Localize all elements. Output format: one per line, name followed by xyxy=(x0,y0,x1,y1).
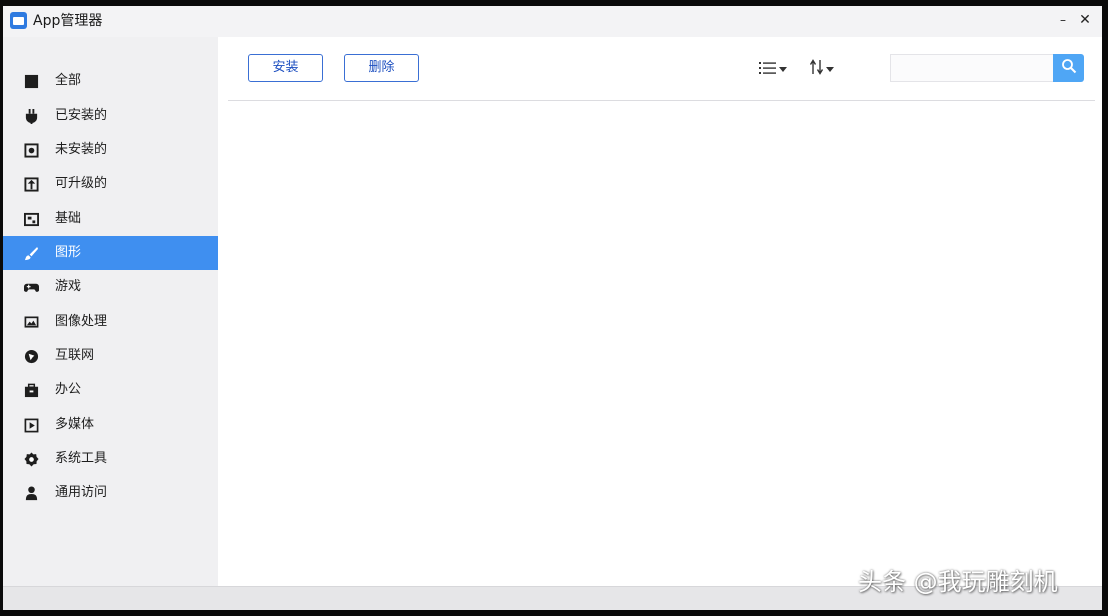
search-input[interactable] xyxy=(890,54,1053,82)
sidebar-item-image-processing[interactable]: 图像处理 xyxy=(3,305,218,339)
briefcase-icon xyxy=(23,382,39,398)
view-mode-dropdown[interactable] xyxy=(759,59,787,79)
sidebar-item-installed[interactable]: 已安装的 xyxy=(3,99,218,133)
upgrade-icon xyxy=(23,176,39,192)
search-button[interactable] xyxy=(1053,54,1084,82)
sidebar-item-label: 办公 xyxy=(55,382,82,397)
sidebar-item-basic[interactable]: 基础 xyxy=(3,202,218,236)
sidebar-item-label: 已安装的 xyxy=(55,108,108,123)
sidebar-item-label: 未安装的 xyxy=(55,142,108,157)
watermark-text: 头条 @我玩雕刻机 xyxy=(858,568,1058,596)
person-icon xyxy=(23,485,39,501)
sidebar-item-label: 系统工具 xyxy=(55,451,108,466)
close-button[interactable]: ✕ xyxy=(1076,11,1094,29)
app-list-area xyxy=(228,101,1095,586)
chevron-down-icon xyxy=(779,66,787,72)
sidebar-item-not-installed[interactable]: 未安装的 xyxy=(3,133,218,167)
sort-icon xyxy=(809,59,824,79)
sidebar-item-label: 可升级的 xyxy=(55,176,108,191)
sidebar-item-label: 全部 xyxy=(55,73,82,88)
app-logo-icon xyxy=(10,12,27,29)
sidebar-item-label: 基础 xyxy=(55,211,82,226)
sidebar-item-label: 通用访问 xyxy=(55,485,108,500)
install-button[interactable]: 安装 xyxy=(248,54,323,82)
image-icon xyxy=(23,314,39,330)
search-icon xyxy=(1061,58,1077,78)
plug-icon xyxy=(23,108,39,124)
sidebar-item-games[interactable]: 游戏 xyxy=(3,270,218,304)
delete-button[interactable]: 删除 xyxy=(344,54,419,82)
sidebar-item-label: 图形 xyxy=(55,245,82,260)
app-window: App管理器 – ✕ 全部 已安装的 未安装的 可升级的 基础 图形 游戏 图像… xyxy=(3,6,1102,610)
play-icon xyxy=(23,417,39,433)
sidebar-item-upgradable[interactable]: 可升级的 xyxy=(3,167,218,201)
gamepad-icon xyxy=(23,279,39,295)
sidebar-item-label: 多媒体 xyxy=(55,417,95,432)
sidebar-item-graphics[interactable]: 图形 xyxy=(3,236,218,270)
sidebar-item-all[interactable]: 全部 xyxy=(3,64,218,98)
sidebar-item-office[interactable]: 办公 xyxy=(3,373,218,407)
window-title: App管理器 xyxy=(33,13,103,29)
chevron-down-icon xyxy=(826,66,834,72)
brush-icon xyxy=(23,245,39,261)
main-panel: 安装 删除 xyxy=(218,37,1102,586)
sidebar-item-accessibility[interactable]: 通用访问 xyxy=(3,476,218,510)
sidebar-item-label: 互联网 xyxy=(55,348,95,363)
list-view-icon xyxy=(759,60,777,79)
sidebar-item-internet[interactable]: 互联网 xyxy=(3,339,218,373)
cube-icon xyxy=(23,211,39,227)
gear-icon xyxy=(23,451,39,467)
sort-dropdown[interactable] xyxy=(809,59,834,79)
sidebar: 全部 已安装的 未安装的 可升级的 基础 图形 游戏 图像处理 互联网 办公 多… xyxy=(3,37,218,586)
minimize-button[interactable]: – xyxy=(1054,11,1072,29)
grid-icon xyxy=(23,73,39,89)
globe-icon xyxy=(23,348,39,364)
sidebar-item-system-tools[interactable]: 系统工具 xyxy=(3,442,218,476)
sidebar-item-label: 图像处理 xyxy=(55,314,108,329)
sidebar-item-multimedia[interactable]: 多媒体 xyxy=(3,408,218,442)
sidebar-item-label: 游戏 xyxy=(55,279,82,294)
box-icon xyxy=(23,142,39,158)
title-bar: App管理器 – ✕ xyxy=(3,6,1102,37)
